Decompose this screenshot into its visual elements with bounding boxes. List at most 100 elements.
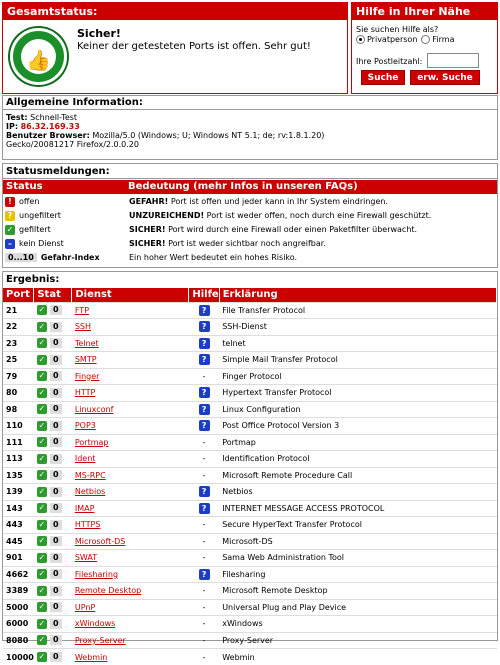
- dienst-link[interactable]: Ident: [75, 454, 96, 463]
- port-cell: 80: [3, 385, 34, 402]
- hilfe-cell: ?: [189, 335, 219, 352]
- port-cell: 21: [3, 302, 34, 319]
- check-icon: ✓: [37, 520, 47, 530]
- port-cell: 443: [3, 517, 34, 534]
- dienst-link[interactable]: SMTP: [75, 355, 97, 364]
- status-strong: SICHER!: [129, 225, 166, 234]
- hilfe-cell: -: [189, 550, 219, 567]
- check-icon: ✓: [37, 388, 47, 398]
- help-icon[interactable]: ?: [199, 387, 210, 398]
- dienst-cell: Portmap: [72, 434, 189, 451]
- hilfe-panel: Hilfe in Ihrer Nähe Sie suchen Hilfe als…: [351, 2, 498, 94]
- port-cell: 23: [3, 335, 34, 352]
- dienst-link[interactable]: SWAT: [75, 553, 97, 562]
- erklaerung-cell: Simple Mail Transfer Protocol: [219, 352, 496, 369]
- gesamtstatus-panel: Gesamtstatus: 👍 Sicher! Keiner der getes…: [2, 2, 348, 94]
- gefahr-index-value: 0: [50, 338, 62, 348]
- dienst-link[interactable]: xWindows: [75, 619, 115, 628]
- status-label: offen: [19, 197, 39, 206]
- stat-cell: ✓0: [34, 632, 72, 649]
- dienst-link[interactable]: Proxy-Server: [75, 636, 126, 645]
- hilfe-cell: ?: [189, 319, 219, 336]
- table-row: 8080✓0Proxy-Server-Proxy-Server: [3, 632, 497, 649]
- erklaerung-cell: Secure HyperText Transfer Protocol: [219, 517, 496, 534]
- status-text: Port ist weder offen, noch durch eine Fi…: [207, 211, 432, 220]
- dienst-link[interactable]: MS-RPC: [75, 471, 106, 480]
- plz-input[interactable]: [427, 53, 479, 68]
- gefahr-index-value: 0: [50, 652, 62, 662]
- radio-privatperson[interactable]: [356, 35, 365, 44]
- ergebnis-panel: Ergebnis: Port Stat Dienst Hilfe Erkläru…: [2, 271, 498, 641]
- dienst-link[interactable]: HTTPS: [75, 520, 101, 529]
- dienst-link[interactable]: POP3: [75, 421, 96, 430]
- dienst-link[interactable]: SSH: [75, 322, 91, 331]
- dienst-link[interactable]: Linuxconf: [75, 405, 114, 414]
- gefahr-index-value: 0: [50, 437, 62, 447]
- no-help: -: [203, 653, 206, 662]
- stat-cell: ✓0: [34, 401, 72, 418]
- help-icon[interactable]: ?: [199, 420, 210, 431]
- table-row: 143✓0IMAP?INTERNET MESSAGE ACCESS PROTOC…: [3, 500, 497, 517]
- status-label: Gefahr-Index: [41, 253, 100, 262]
- help-icon[interactable]: ?: [199, 305, 210, 316]
- help-icon[interactable]: ?: [199, 404, 210, 415]
- port-cell: 8080: [3, 632, 34, 649]
- hilfe-cell: -: [189, 583, 219, 600]
- no-help: -: [203, 553, 206, 562]
- help-icon[interactable]: ?: [199, 569, 210, 580]
- erklaerung-cell: Linux Configuration: [219, 401, 496, 418]
- erklaerung-cell: Sama Web Administration Tool: [219, 550, 496, 567]
- help-icon[interactable]: ?: [199, 503, 210, 514]
- statusmeldungen-panel: Statusmeldungen: Status Bedeutung (mehr …: [2, 163, 498, 268]
- search-button[interactable]: Suche: [361, 70, 405, 85]
- dienst-link[interactable]: IMAP: [75, 504, 95, 513]
- check-icon: ✓: [37, 371, 47, 381]
- dienst-link[interactable]: Finger: [75, 372, 100, 381]
- stat-cell: ✓0: [34, 616, 72, 633]
- dienst-cell: MS-RPC: [72, 467, 189, 484]
- dienst-link[interactable]: FTP: [75, 306, 89, 315]
- check-icon: ✓: [37, 454, 47, 464]
- check-icon: ✓: [37, 355, 47, 365]
- dienst-link[interactable]: Webmin: [75, 653, 108, 662]
- check-icon: ✓: [37, 553, 47, 563]
- check-icon: ✓: [5, 225, 15, 235]
- info-ip-row: IP: 86.32.169.33: [6, 122, 494, 131]
- dienst-link[interactable]: Remote Desktop: [75, 586, 141, 595]
- erklaerung-cell: Filesharing: [219, 566, 496, 583]
- info-title: Allgemeine Information:: [3, 96, 497, 110]
- dienst-link[interactable]: HTTP: [75, 388, 95, 397]
- gesamtstatus-message: Keiner der getesteten Ports ist offen. S…: [77, 41, 311, 52]
- help-icon[interactable]: ?: [199, 321, 210, 332]
- dienst-cell: FTP: [72, 302, 189, 319]
- dienst-link[interactable]: Filesharing: [75, 570, 118, 579]
- dienst-link[interactable]: Portmap: [75, 438, 109, 447]
- help-icon[interactable]: ?: [199, 486, 210, 497]
- extended-search-button[interactable]: erw. Suche: [410, 70, 480, 85]
- table-row: 25✓0SMTP?Simple Mail Transfer Protocol: [3, 352, 497, 369]
- stat-cell: ✓0: [34, 418, 72, 435]
- ergebnis-title: Ergebnis:: [3, 272, 497, 287]
- dienst-link[interactable]: Netbios: [75, 487, 105, 496]
- stat-cell: ✓0: [34, 302, 72, 319]
- erklaerung-cell: Finger Protocol: [219, 368, 496, 385]
- erklaerung-cell: Microsoft Remote Desktop: [219, 583, 496, 600]
- port-cell: 139: [3, 484, 34, 501]
- help-icon[interactable]: ?: [199, 354, 210, 365]
- dienst-link[interactable]: Telnet: [75, 339, 99, 348]
- help-icon[interactable]: ?: [199, 338, 210, 349]
- check-icon: ✓: [37, 536, 47, 546]
- dienst-link[interactable]: Microsoft-DS: [75, 537, 126, 546]
- erklaerung-cell: File Transfer Protocol: [219, 302, 496, 319]
- hilfe-cell: ?: [189, 385, 219, 402]
- dienst-link[interactable]: UPnP: [75, 603, 95, 612]
- stat-cell: ✓0: [34, 550, 72, 567]
- info-ip-label: IP:: [6, 122, 18, 131]
- table-row: 139✓0Netbios?Netbios: [3, 484, 497, 501]
- gesamtstatus-heading: Sicher!: [77, 27, 121, 40]
- thumbs-up-icon: 👍: [10, 28, 67, 85]
- hilfe-cell: -: [189, 599, 219, 616]
- dienst-cell: Linuxconf: [72, 401, 189, 418]
- radio-firma[interactable]: [421, 35, 430, 44]
- erklaerung-cell: SSH-Dienst: [219, 319, 496, 336]
